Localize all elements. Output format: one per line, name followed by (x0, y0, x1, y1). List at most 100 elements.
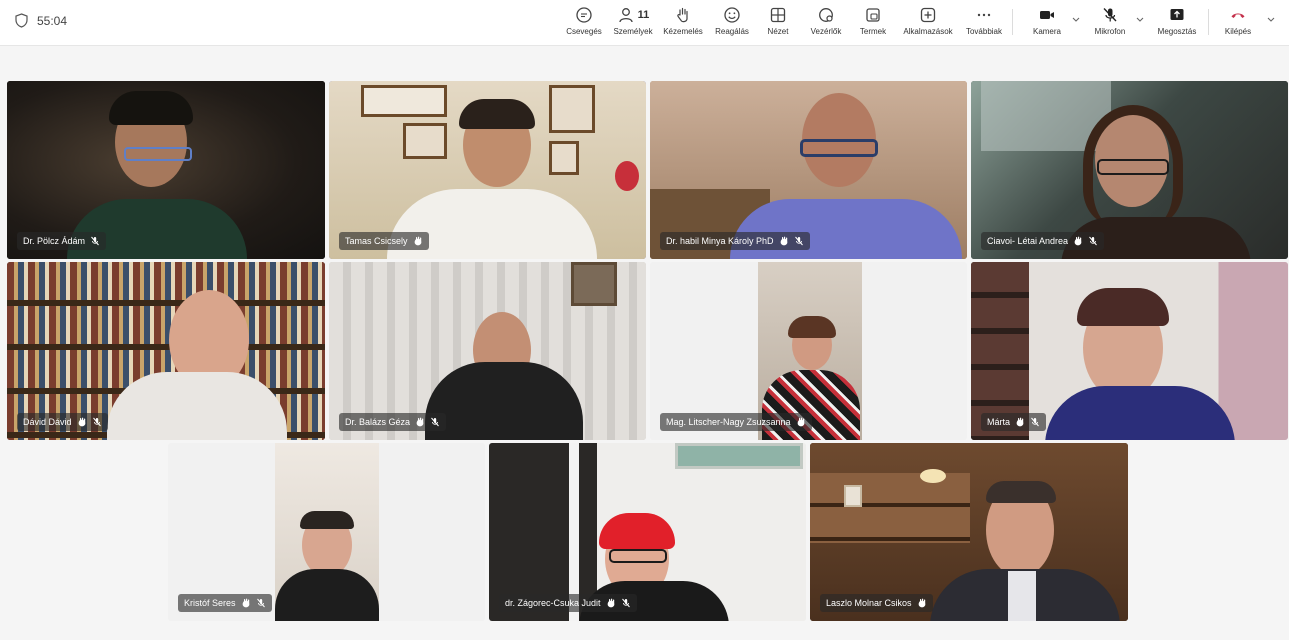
participant-name: dr. Zágorec-Csuka Judit (505, 598, 601, 608)
participant-glasses (800, 139, 878, 157)
participant-name: Márta (987, 417, 1011, 427)
participant-hair (788, 316, 836, 338)
participant-hair (1077, 288, 1169, 326)
participant-shirt (425, 362, 583, 440)
video-tile[interactable]: Ciavoi- Létai Andrea (971, 81, 1288, 259)
participant-glasses (609, 549, 667, 563)
camera-label: Kamera (1032, 27, 1061, 36)
rooms-button[interactable]: Termek (853, 5, 893, 41)
chat-label: Csevegés (566, 27, 602, 36)
more-label: Továbbiak (965, 27, 1003, 36)
video-tile[interactable]: Kristóf Seres (168, 443, 485, 621)
mic-muted-icon (91, 236, 99, 246)
participant-hair (109, 91, 193, 125)
participant-name-tag: Márta (981, 413, 1047, 431)
meeting-timer: 55:04 (15, 13, 67, 28)
wall-frame (549, 85, 595, 133)
mic-button[interactable]: Mikrofon (1088, 5, 1132, 41)
participant-name-tag: Tamas Csicsely (339, 232, 429, 250)
participant-shirt (730, 199, 962, 259)
participant-name-tag: Dr. Pölcz Ádám (17, 232, 107, 250)
mic-muted-icon (1103, 8, 1117, 22)
hand-icon (797, 417, 804, 427)
more-dots-icon (977, 13, 991, 17)
participant-name: Dr. Balázs Géza (345, 417, 411, 427)
mic-chevron-down-icon[interactable] (1135, 14, 1145, 24)
react-label: Reagálás (715, 27, 749, 36)
more-button[interactable]: Továbbiak (961, 5, 1007, 41)
add-apps-icon (920, 7, 936, 23)
video-tile[interactable]: Dávid Dávid (7, 262, 325, 440)
wall-frame (675, 443, 803, 469)
mic-muted-icon (1031, 417, 1039, 427)
camera-icon (1040, 11, 1054, 19)
participant-hair (986, 481, 1056, 503)
people-icon (619, 8, 633, 23)
mic-label: Mikrofon (1094, 27, 1126, 36)
camera-button[interactable]: Kamera (1026, 5, 1068, 41)
grid-icon (770, 7, 786, 23)
leave-button[interactable]: Kilépés (1218, 5, 1258, 41)
raise-hand-label: Kézemelés (663, 27, 703, 36)
participant-shirt (107, 372, 287, 440)
chat-icon (576, 7, 592, 23)
timer-text: 55:04 (37, 13, 68, 28)
react-button[interactable]: Reagálás (711, 5, 753, 41)
video-tile-active-speaker[interactable]: Tamas Csicsely (329, 81, 646, 259)
participant-hair (300, 511, 354, 529)
video-tile[interactable]: Mag. Litscher-Nagy Zsuzsanna (650, 262, 967, 440)
hand-icon (780, 236, 787, 246)
hand-icon (1016, 417, 1024, 427)
participant-hair (459, 99, 535, 129)
video-tile[interactable]: Márta (971, 262, 1288, 440)
hand-icon (78, 417, 85, 427)
view-label: Nézet (767, 27, 789, 36)
participant-name: Dávid Dávid (23, 417, 72, 427)
chat-button[interactable]: Csevegés (563, 5, 605, 41)
participant-name: Ciavoi- Létai Andrea (987, 236, 1069, 246)
participant-glasses (124, 147, 192, 161)
share-button[interactable]: Megosztás (1150, 5, 1204, 41)
apps-button[interactable]: Alkalmazások (898, 5, 958, 41)
share-label: Megosztás (1157, 27, 1197, 36)
hand-icon (414, 236, 421, 246)
video-tile[interactable]: Dr. Pölcz Ádám (7, 81, 325, 259)
mic-muted-icon (256, 598, 265, 608)
mic-muted-icon (621, 598, 630, 608)
mic-muted-icon (794, 236, 803, 246)
raise-hand-button[interactable]: Kézemelés (660, 5, 706, 41)
participant-hair (599, 513, 675, 549)
people-label: Személyek (613, 27, 653, 36)
participant-name: Tamas Csicsely (345, 236, 408, 246)
controls-button[interactable]: Vezérlők (805, 5, 847, 41)
hang-up-icon (1231, 13, 1245, 18)
participant-name-tag: Dr. habil Minya Károly PhD (660, 232, 810, 250)
hand-icon (416, 417, 424, 427)
participant-name-tag: Mag. Litscher-Nagy Zsuzsanna (660, 413, 812, 431)
hand-icon (1074, 236, 1082, 246)
camera-chevron-down-icon[interactable] (1071, 14, 1081, 24)
view-button[interactable]: Nézet (758, 5, 798, 41)
participant-name-tag: Dr. Balázs Géza (339, 413, 447, 431)
apps-label: Alkalmazások (903, 27, 953, 36)
people-button[interactable]: 11 Személyek (609, 5, 657, 41)
video-tile[interactable]: Dr. Balázs Géza (329, 262, 646, 440)
participant-name-tag: dr. Zágorec-Csuka Judit (499, 594, 637, 612)
wall-frame (403, 123, 447, 159)
people-count: 11 (637, 9, 650, 21)
participant-shirt (275, 569, 379, 621)
video-tile[interactable]: Dr. habil Minya Károly PhD (650, 81, 967, 259)
leave-label: Kilépés (1224, 27, 1252, 36)
rooms-label: Termek (859, 27, 887, 36)
mic-muted-icon (92, 417, 101, 427)
leave-chevron-down-icon[interactable] (1266, 14, 1276, 24)
wall-frame (571, 262, 617, 306)
mic-muted-icon (1089, 236, 1097, 246)
flower (615, 161, 639, 191)
video-tile[interactable]: dr. Zágorec-Csuka Judit (489, 443, 806, 621)
participant-name: Laszlo Molnar Csikos (826, 598, 912, 608)
controls-icon (819, 8, 833, 22)
participant-shirt (1008, 571, 1036, 621)
participant-shirt (67, 199, 247, 259)
video-tile[interactable]: Laszlo Molnar Csikos (810, 443, 1128, 621)
